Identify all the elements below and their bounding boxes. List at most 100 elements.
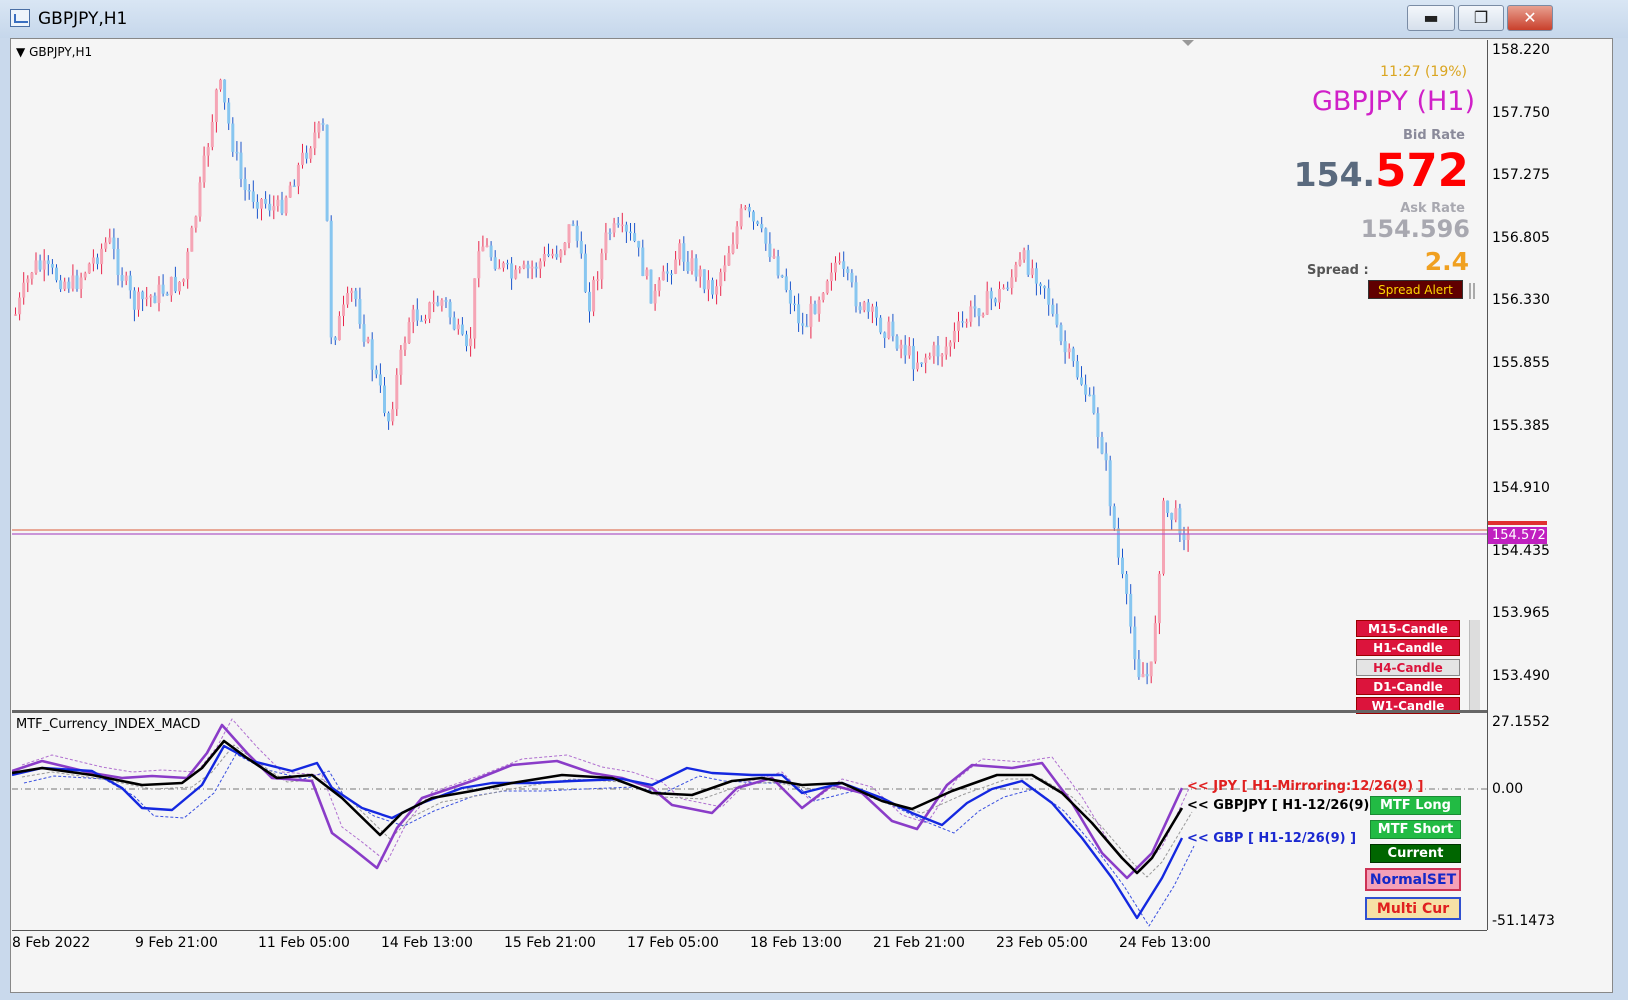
candle-button-h1-candle[interactable]: H1-Candle [1356, 639, 1460, 657]
candle-body [309, 148, 313, 159]
candle-body [96, 257, 99, 265]
candle-body [620, 224, 624, 227]
time-axis-label: 24 Feb 13:00 [1119, 935, 1211, 951]
candle-body [784, 276, 788, 291]
candle-body [903, 344, 907, 356]
candle-body [821, 293, 825, 300]
indicator-panel[interactable]: MTF_Currency_INDEX_MACD << JPY [ H1-Mirr… [11, 713, 1487, 931]
candle-body [743, 207, 747, 209]
bid-int: 154. [1293, 155, 1376, 194]
candle-body [1186, 533, 1190, 540]
maximize-button[interactable]: ❐ [1458, 5, 1504, 31]
candle-body [981, 314, 985, 317]
candle-body [247, 189, 251, 192]
candle-body [760, 224, 764, 229]
current-button[interactable]: Current [1370, 844, 1461, 863]
candle-body [834, 262, 837, 273]
candle-body [1034, 268, 1038, 284]
grip-handle-icon[interactable] [1469, 283, 1475, 299]
candle-body [280, 199, 284, 214]
minimize-button[interactable]: ▬ [1407, 5, 1455, 31]
candle-body [469, 338, 473, 347]
indicator-name: MTF_Currency_INDEX_MACD [16, 717, 201, 732]
spread-alert-button[interactable]: Spread Alert [1368, 280, 1463, 299]
candle-body [1084, 384, 1088, 395]
candle-body [239, 152, 243, 179]
close-button[interactable]: ✕ [1507, 5, 1553, 31]
candle-body [731, 244, 735, 254]
candle-body [838, 261, 842, 263]
candle-body [403, 342, 407, 350]
candle-body [448, 301, 452, 318]
candle-button-m15-candle[interactable]: M15-Candle [1356, 620, 1460, 637]
multi-cur-button[interactable]: Multi Cur [1365, 897, 1461, 920]
candle-body [1149, 661, 1153, 677]
candle-body [801, 323, 805, 326]
price-axis-label: 153.965 [1492, 605, 1550, 622]
time-axis-label: 18 Feb 13:00 [750, 935, 842, 951]
price-axis-label: 158.220 [1492, 42, 1550, 58]
candle-body [842, 261, 846, 269]
candle-body [173, 276, 177, 292]
indicator-axis-label: 0.00 [1492, 781, 1524, 797]
candle-body [419, 320, 423, 323]
candle-body [735, 226, 739, 245]
candle-body [538, 261, 542, 269]
candle-body [575, 225, 579, 241]
candle-body [891, 321, 895, 337]
candle-body [723, 265, 727, 273]
candle-body [481, 246, 485, 252]
chart-window-icon [10, 9, 30, 27]
candle-body [329, 220, 333, 338]
candle-body [612, 223, 616, 233]
candle-body [87, 263, 91, 274]
candle-body [67, 281, 71, 289]
candle-body [342, 304, 345, 316]
candle-body [559, 250, 563, 258]
mtf-long-button[interactable]: MTF Long [1370, 796, 1461, 815]
candle-body [1166, 500, 1170, 513]
price-chart[interactable]: ▼ GBPJPY,H1 11:27 (19%) GBPJPY (H1) Bid … [12, 40, 1487, 715]
candle-body [850, 272, 854, 283]
candle-body [337, 315, 341, 341]
candle-body [59, 280, 63, 290]
candle-body [702, 269, 706, 290]
candle-body [165, 293, 169, 296]
candle-body [977, 308, 981, 317]
candle-body [501, 262, 505, 268]
candle-body [137, 291, 140, 310]
panel-scrollbar[interactable] [1469, 620, 1480, 710]
candle-body [637, 241, 641, 248]
price-axis-line [1487, 40, 1488, 930]
candle-button-d1-candle[interactable]: D1-Candle [1356, 677, 1460, 695]
maximize-icon: ❐ [1473, 8, 1489, 27]
candle-body [346, 293, 350, 305]
candle-body [641, 247, 645, 277]
candle-body [624, 224, 628, 232]
candle-body [674, 259, 678, 274]
candle-body [255, 201, 259, 209]
candle-body [407, 322, 411, 343]
candle-body [764, 228, 768, 244]
candle-body [395, 374, 399, 410]
candle-body [186, 251, 190, 280]
candle-body [1014, 264, 1018, 278]
candle-body [301, 152, 304, 165]
candle-body [63, 281, 67, 290]
mtf-short-button[interactable]: MTF Short [1370, 820, 1461, 839]
normalset-button[interactable]: NormalSET [1365, 868, 1461, 891]
spread-value: 2.4 [1424, 247, 1469, 276]
candle-body [985, 291, 989, 315]
candle-body [214, 89, 218, 122]
candle-body [670, 273, 673, 276]
candle-body [157, 284, 161, 304]
candle-body [698, 269, 702, 277]
candle-body [534, 266, 538, 269]
candle-body [383, 385, 386, 414]
dropdown-triangle-icon[interactable]: ▼ [16, 45, 25, 59]
candle-body [317, 123, 321, 133]
candle-button-h4-candle[interactable]: H4-Candle [1356, 658, 1460, 676]
candle-body [825, 281, 829, 294]
candle-body [128, 275, 132, 291]
candle-body [460, 324, 464, 335]
